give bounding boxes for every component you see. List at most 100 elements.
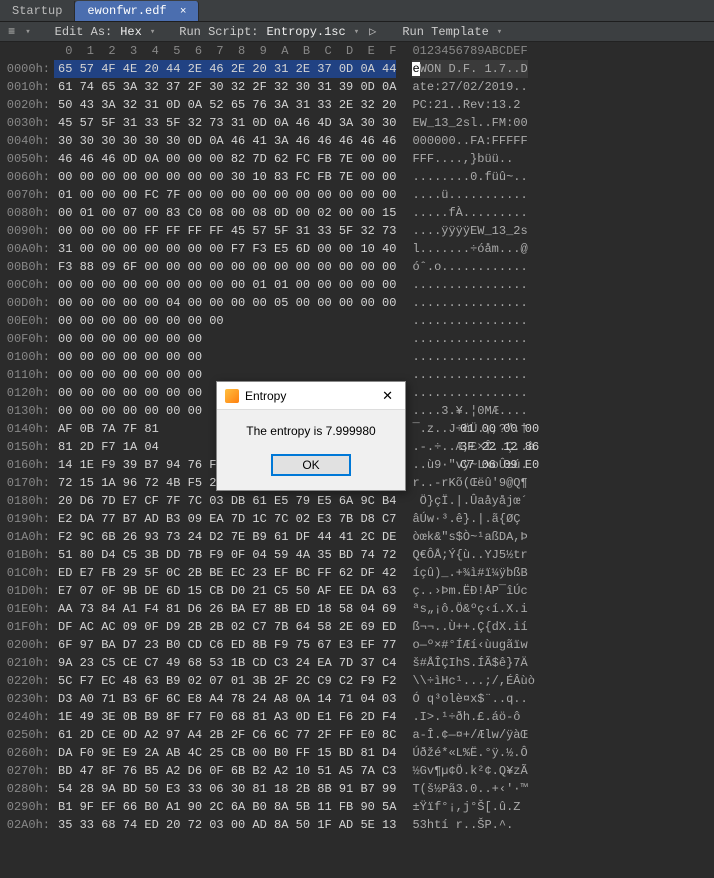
- ascii-bytes[interactable]: 000000..FA:FFFFF: [412, 132, 527, 150]
- hex-bytes[interactable]: ED E7 FB 29 5F 0C 2B BE EC 23 EF BC FF 6…: [54, 564, 396, 582]
- close-icon[interactable]: ✕: [378, 388, 397, 404]
- hex-bytes[interactable]: F2 9C 6B 26 93 73 24 D2 7E B9 61 DF 44 4…: [54, 528, 396, 546]
- hex-bytes[interactable]: 50 43 3A 32 31 0D 0A 52 65 76 3A 31 33 2…: [54, 96, 396, 114]
- dialog-titlebar[interactable]: Entropy ✕: [217, 382, 405, 410]
- hex-bytes[interactable]: 45 57 5F 31 33 5F 32 73 31 0D 0A 46 4D 3…: [54, 114, 396, 132]
- hex-row[interactable]: 00A0h:31 00 00 00 00 00 00 00 F7 F3 E5 6…: [0, 240, 714, 258]
- hex-bytes[interactable]: DF AC AC 09 0F D9 2B 2B 02 C7 7B 64 58 2…: [54, 618, 396, 636]
- ascii-bytes[interactable]: r..-rKõ(Œëû'9@Q¶: [412, 474, 527, 492]
- edit-as-value[interactable]: Hex: [118, 25, 144, 39]
- ascii-bytes[interactable]: T(š½Pã3.0..+‹'·™: [412, 780, 527, 798]
- ascii-bytes[interactable]: a-Î.¢—¤+/Ælw/ÿàŒ: [412, 726, 527, 744]
- hex-bytes[interactable]: 00 00 00 00 00 00 00 00 00 01 01 00 00 0…: [54, 276, 396, 294]
- hex-bytes[interactable]: 00 00 00 00 00 00 00 00: [54, 312, 396, 330]
- hex-bytes[interactable]: AA 73 84 A1 F4 81 D6 26 BA E7 8B ED 18 5…: [54, 600, 396, 618]
- hex-row[interactable]: 0090h:00 00 00 00 FF FF FF FF 45 57 5F 3…: [0, 222, 714, 240]
- hex-row[interactable]: 0010h:61 74 65 3A 32 37 2F 30 32 2F 32 3…: [0, 78, 714, 96]
- hex-bytes[interactable]: 00 00 00 00 FF FF FF FF 45 57 5F 31 33 5…: [54, 222, 396, 240]
- hex-bytes[interactable]: E2 DA 77 B7 AD B3 09 EA 7D 1C 7C 02 E3 7…: [54, 510, 396, 528]
- menu-icon[interactable]: ≡: [4, 25, 19, 39]
- hex-row[interactable]: 00C0h:00 00 00 00 00 00 00 00 00 01 01 0…: [0, 276, 714, 294]
- ascii-bytes[interactable]: ................: [412, 294, 527, 312]
- hex-row[interactable]: 00E0h:00 00 00 00 00 00 00 00 ..........…: [0, 312, 714, 330]
- ascii-bytes[interactable]: ß¬¬..Ù++.Ç{dX.ií: [412, 618, 527, 636]
- ascii-bytes[interactable]: o—º×#°ÍÆí‹ùugãïw: [412, 636, 527, 654]
- hex-bytes[interactable]: 20 D6 7D E7 CF 7F 7C 03 DB 61 E5 79 E5 6…: [54, 492, 396, 510]
- hex-bytes[interactable]: 00 01 00 07 00 83 C0 08 00 08 0D 00 02 0…: [54, 204, 396, 222]
- chevron-down-icon[interactable]: ▾: [23, 27, 32, 37]
- hex-bytes[interactable]: 46 46 46 0D 0A 00 00 00 82 7D 62 FC FB 7…: [54, 150, 396, 168]
- hex-bytes[interactable]: 6F 97 BA D7 23 B0 CD C6 ED 8B F9 75 67 E…: [54, 636, 396, 654]
- hex-row[interactable]: 0260h:DA F0 9E E9 2A AB 4C 25 CB 00 B0 F…: [0, 744, 714, 762]
- hex-bytes[interactable]: 35 33 68 74 ED 20 72 03 00 AD 8A 50 1F A…: [54, 816, 396, 834]
- ascii-bytes[interactable]: eWON D.F. 1.7..D: [412, 60, 527, 78]
- hex-bytes[interactable]: 00 00 00 00 00 00 00: [54, 348, 396, 366]
- chevron-down-icon[interactable]: ▾: [495, 27, 504, 37]
- hex-bytes[interactable]: B1 9F EF 66 B0 A1 90 2C 6A B0 8A 5B 11 F…: [54, 798, 396, 816]
- ascii-bytes[interactable]: ................: [412, 276, 527, 294]
- ascii-bytes[interactable]: Úðžé*«L%Ë.°ÿ.½.Ô: [412, 744, 527, 762]
- hex-row[interactable]: 00F0h:00 00 00 00 00 00 00 .............…: [0, 330, 714, 348]
- hex-row[interactable]: 01B0h:51 80 D4 C5 3B DD 7B F9 0F 04 59 4…: [0, 546, 714, 564]
- hex-bytes[interactable]: 1E 49 3E 0B B9 8F F7 F0 68 81 A3 0D E1 F…: [54, 708, 396, 726]
- ascii-bytes[interactable]: ±Ÿïf°¡,j°Š[.û.Z: [412, 798, 520, 816]
- hex-bytes[interactable]: DA F0 9E E9 2A AB 4C 25 CB 00 B0 FF 15 B…: [54, 744, 396, 762]
- hex-row[interactable]: 0020h:50 43 3A 32 31 0D 0A 52 65 76 3A 3…: [0, 96, 714, 114]
- hex-row[interactable]: 0230h:D3 A0 71 B3 6F 6C E8 A4 78 24 A8 0…: [0, 690, 714, 708]
- ascii-bytes[interactable]: \\÷ìHc¹...;/,ÉÂùò: [412, 672, 534, 690]
- chevron-down-icon[interactable]: ▾: [148, 27, 157, 37]
- ascii-bytes[interactable]: íçû)_.+¾ì#ï¼ÿbßB: [412, 564, 527, 582]
- hex-row[interactable]: 0250h:61 2D CE 0D A2 97 A4 2B 2F C6 6C 7…: [0, 726, 714, 744]
- ascii-bytes[interactable]: EW_13_2sl..FM:00: [412, 114, 527, 132]
- hex-row[interactable]: 0000h:65 57 4F 4E 20 44 2E 46 2E 20 31 2…: [0, 60, 714, 78]
- ascii-bytes[interactable]: òœk&"s$Ò~¹aßDA,Þ: [412, 528, 527, 546]
- hex-bytes[interactable]: 00 00 00 00 00 00 00: [54, 330, 396, 348]
- run-template-label[interactable]: Run Template: [400, 25, 490, 39]
- hex-bytes[interactable]: 5C F7 EC 48 63 B9 02 07 01 3B 2F 2C C9 C…: [54, 672, 396, 690]
- hex-row[interactable]: 0180h:20 D6 7D E7 CF 7F 7C 03 DB 61 E5 7…: [0, 492, 714, 510]
- chevron-down-icon[interactable]: ▾: [352, 27, 361, 37]
- hex-bytes[interactable]: F3 88 09 6F 00 00 00 00 00 00 00 00 00 0…: [54, 258, 396, 276]
- ascii-bytes[interactable]: PC:21..Rev:13.2: [412, 96, 527, 114]
- hex-row[interactable]: 0200h:6F 97 BA D7 23 B0 CD C6 ED 8B F9 7…: [0, 636, 714, 654]
- hex-row[interactable]: 0060h:00 00 00 00 00 00 00 00 30 10 83 F…: [0, 168, 714, 186]
- hex-row[interactable]: 01C0h:ED E7 FB 29 5F 0C 2B BE EC 23 EF B…: [0, 564, 714, 582]
- ascii-bytes[interactable]: óˆ.o............: [412, 258, 527, 276]
- ascii-bytes[interactable]: .I>.¹÷ðh.£.áö-ô: [412, 708, 520, 726]
- ascii-bytes[interactable]: 53htí r..­ŠP.­^.: [412, 816, 513, 834]
- run-script-value[interactable]: Entropy.1sc: [264, 25, 347, 39]
- hex-bytes[interactable]: 31 00 00 00 00 00 00 00 F7 F3 E5 6D 00 0…: [54, 240, 396, 258]
- hex-row[interactable]: 00D0h:00 00 00 00 00 04 00 00 00 00 05 0…: [0, 294, 714, 312]
- ascii-bytes[interactable]: ªs„¡ô.Ö&ºç‹í.X.i: [412, 600, 527, 618]
- ascii-bytes[interactable]: Ö}çÏ.|.Ûaåyåjœ´: [412, 492, 527, 510]
- ascii-bytes[interactable]: ate:27/02/2019..: [412, 78, 527, 96]
- ascii-bytes[interactable]: ½Gv¶µ¢Ö.k²¢.Q¥zÃ: [412, 762, 527, 780]
- run-icon[interactable]: ▷: [365, 24, 380, 39]
- ascii-bytes[interactable]: ................: [412, 330, 527, 348]
- hex-bytes[interactable]: 9A 23 C5 CE C7 49 68 53 1B CD C3 24 EA 7…: [54, 654, 396, 672]
- ascii-bytes[interactable]: âÚw·­³.ê}.|.ã{ØÇ: [412, 510, 520, 528]
- ascii-bytes[interactable]: ................: [412, 366, 527, 384]
- hex-bytes[interactable]: 00 00 00 00 00 04 00 00 00 00 05 00 00 0…: [54, 294, 396, 312]
- ascii-bytes[interactable]: ................: [412, 348, 527, 366]
- hex-bytes[interactable]: 30 30 30 30 30 30 0D 0A 46 41 3A 46 46 4…: [54, 132, 396, 150]
- hex-row[interactable]: 01A0h:F2 9C 6B 26 93 73 24 D2 7E B9 61 D…: [0, 528, 714, 546]
- hex-row[interactable]: 0040h:30 30 30 30 30 30 0D 0A 46 41 3A 4…: [0, 132, 714, 150]
- hex-row[interactable]: 0030h:45 57 5F 31 33 5F 32 73 31 0D 0A 4…: [0, 114, 714, 132]
- hex-bytes[interactable]: BD 47 8F 76 B5 A2 D6 0F 6B B2 A2 10 51 A…: [54, 762, 396, 780]
- hex-bytes[interactable]: D3 A0 71 B3 6F 6C E8 A4 78 24 A8 0A 14 7…: [54, 690, 396, 708]
- hex-row[interactable]: 0100h:00 00 00 00 00 00 00 .............…: [0, 348, 714, 366]
- hex-bytes[interactable]: E7 07 0F 9B DE 6D 15 CB D0 21 C5 50 AF E…: [54, 582, 396, 600]
- ascii-bytes[interactable]: ....ü...........: [412, 186, 527, 204]
- hex-row[interactable]: 01F0h:DF AC AC 09 0F D9 2B 2B 02 C7 7B 6…: [0, 618, 714, 636]
- hex-row[interactable]: 0210h:9A 23 C5 CE C7 49 68 53 1B CD C3 2…: [0, 654, 714, 672]
- hex-row[interactable]: 0240h:1E 49 3E 0B B9 8F F7 F0 68 81 A3 0…: [0, 708, 714, 726]
- hex-bytes[interactable]: 54 28 9A BD 50 E3 33 06 30 81 18 2B 8B 9…: [54, 780, 396, 798]
- close-icon[interactable]: ×: [180, 6, 187, 18]
- hex-row[interactable]: 01D0h:E7 07 0F 9B DE 6D 15 CB D0 21 C5 5…: [0, 582, 714, 600]
- hex-row[interactable]: 0270h:BD 47 8F 76 B5 A2 D6 0F 6B B2 A2 1…: [0, 762, 714, 780]
- hex-row[interactable]: 0190h:E2 DA 77 B7 AD B3 09 EA 7D 1C 7C 0…: [0, 510, 714, 528]
- hex-bytes[interactable]: 00 00 00 00 00 00 00 00 30 10 83 FC FB 7…: [54, 168, 396, 186]
- hex-bytes[interactable]: 61 2D CE 0D A2 97 A4 2B 2F C6 6C 77 2F F…: [54, 726, 396, 744]
- ascii-bytes[interactable]: ................: [412, 312, 527, 330]
